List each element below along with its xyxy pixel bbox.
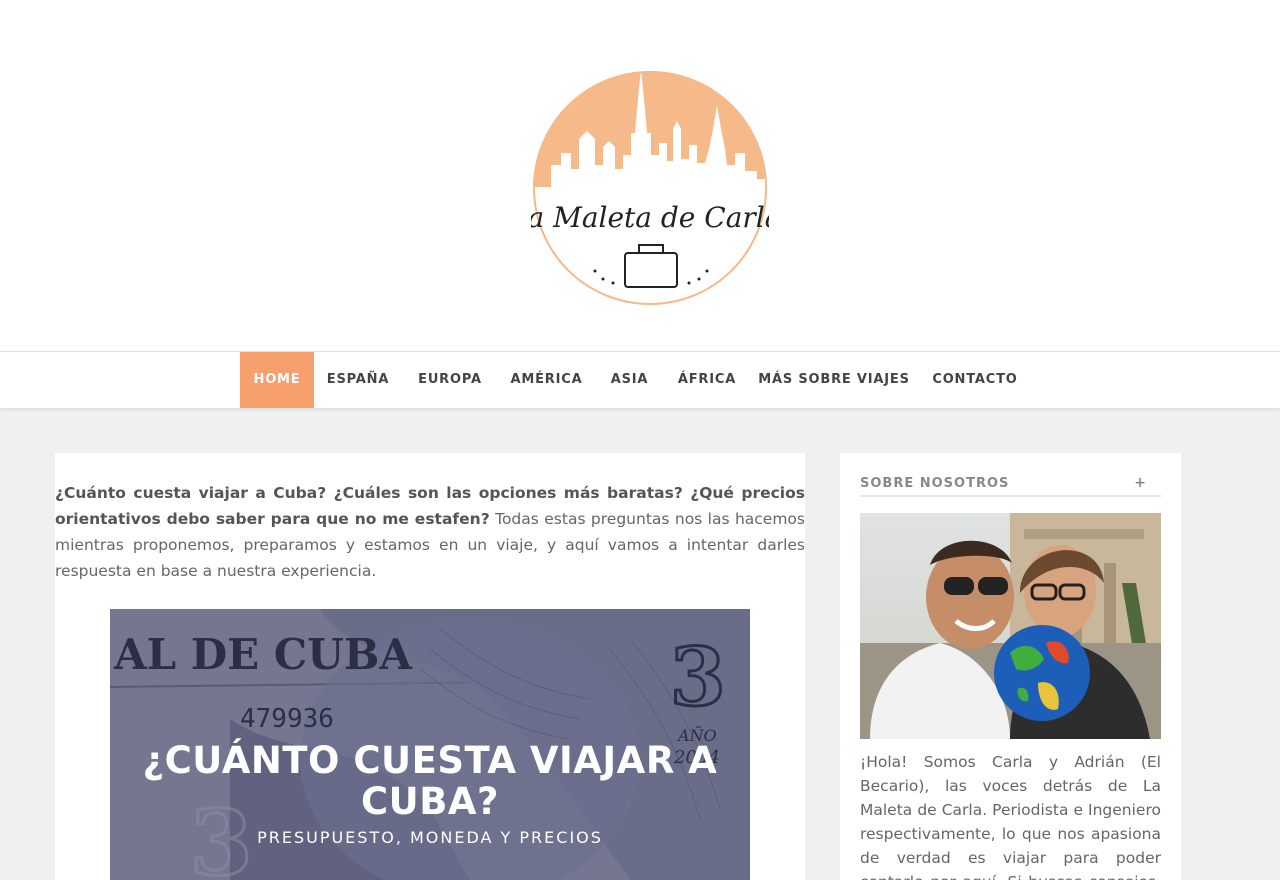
site-header: la Maleta de Carla — [0, 0, 1280, 351]
banknote-denomination: 3 — [670, 630, 726, 724]
post-hero-image[interactable]: AL DE CUBA 479936 AÑO 2004 3 3 ¿CUÁNTO C… — [110, 609, 750, 880]
logo-wordmark: la Maleta de Carla — [531, 201, 769, 234]
nav-item-africa[interactable]: ÁFRICA — [664, 352, 750, 408]
site-logo[interactable]: la Maleta de Carla — [519, 69, 781, 307]
logo-graphic: la Maleta de Carla — [519, 71, 781, 305]
nav-item-espana[interactable]: ESPAÑA — [314, 352, 402, 408]
widget-title-text: SOBRE NOSOTROS — [860, 476, 1010, 491]
couple-photo — [860, 513, 1161, 739]
nav-item-home[interactable]: HOME — [240, 352, 314, 408]
hero-subtitle: PRESUPUESTO, MONEDA Y PRECIOS — [257, 828, 603, 847]
nav-item-contacto[interactable]: CONTACTO — [918, 352, 1032, 408]
expand-toggle[interactable]: + — [1134, 475, 1147, 491]
banknote-number: 479936 — [240, 704, 334, 734]
post-intro: ¿Cuánto cuesta viajar a Cuba? ¿Cuáles so… — [55, 480, 805, 584]
about-text: ¡Hola! Somos Carla y Adrián (El Becario)… — [860, 753, 1161, 880]
nav-item-america[interactable]: AMÉRICA — [498, 352, 595, 408]
globe-icon — [994, 625, 1090, 721]
widget-title: SOBRE NOSOTROS + — [860, 475, 1161, 497]
nav-item-europa[interactable]: EUROPA — [402, 352, 498, 408]
nav-item-asia[interactable]: ASIA — [595, 352, 664, 408]
about-photo — [860, 513, 1161, 739]
nav-item-mas-sobre-viajes[interactable]: MÁS SOBRE VIAJES — [750, 352, 918, 408]
banknote-text: AL DE CUBA — [113, 630, 413, 679]
hero-title: ¿CUÁNTO CUESTA VIAJAR A CUBA? — [142, 739, 718, 823]
main-navigation: HOME ESPAÑA EUROPA AMÉRICA ASIA ÁFRICA M… — [0, 351, 1280, 408]
